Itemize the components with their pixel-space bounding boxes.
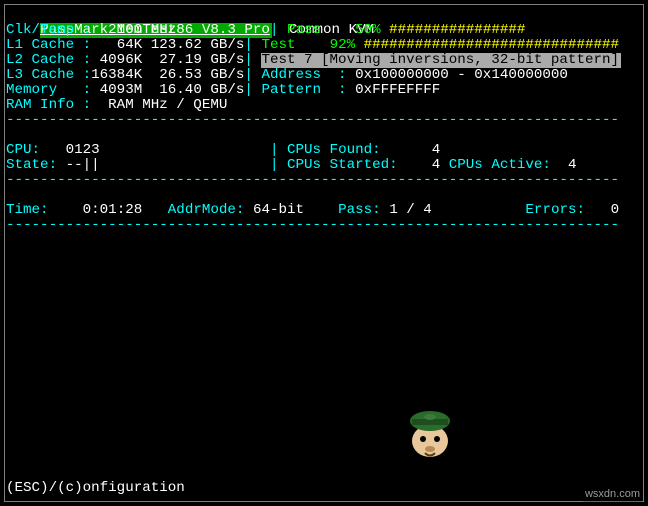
addr-label: Address : [261, 67, 346, 83]
test-label: Test [261, 37, 295, 53]
cpus-started-value: 4 [432, 157, 441, 173]
errors-value: 0 [611, 202, 620, 218]
l1-label: L1 Cache : [6, 37, 91, 53]
title-row: PassMark MemTest86 V8.3 Pro Common KVM [6, 8, 642, 23]
l1-bw: 123.62 GB/s [151, 37, 245, 53]
errors-label: Errors: [525, 202, 585, 218]
clk-label: Clk/Temp : [6, 22, 91, 38]
l2-label: L2 Cache : [6, 52, 91, 68]
passcount-label: Pass: [338, 202, 381, 218]
l2-size: 4096K [100, 52, 143, 68]
current-test-line: Test 7 [Moving inversions, 32-bit patter… [261, 53, 621, 68]
cpu-value: 0123 [66, 142, 100, 158]
mem-label: Memory : [6, 82, 91, 98]
addrmode-label: AddrMode: [168, 202, 245, 218]
divider-3: ----------------------------------------… [6, 218, 642, 233]
mascot-icon [400, 405, 460, 465]
ram-label: RAM Info : [6, 97, 91, 113]
state-label: State: [6, 157, 57, 173]
watermark: wsxdn.com [583, 487, 642, 502]
row-status: Time: 0:01:28 AddrMode: 64-bit Pass: 1 /… [6, 203, 642, 218]
addr-value: 0x100000000 - 0x140000000 [355, 67, 568, 83]
ram-value: RAM MHz / QEMU [108, 97, 227, 113]
mem-size: 4093M [100, 82, 143, 98]
row-raminfo: RAM Info : RAM MHz / QEMU [6, 98, 642, 113]
cpu-label: CPU: [6, 142, 40, 158]
row-l3-addr: L3 Cache :16384K 26.53 GB/s| Address : 0… [6, 68, 642, 83]
mem-bw: 16.40 GB/s [159, 82, 244, 98]
cpus-found-label: CPUs Found: [287, 142, 381, 158]
cpus-active-value: 4 [568, 157, 577, 173]
row-state-started: State: --|| | CPUs Started: 4 CPUs Activ… [6, 158, 642, 173]
row-mem-patt: Memory : 4093M 16.40 GB/s| Pattern : 0xF… [6, 83, 642, 98]
clk-value: 2100 MHz [108, 22, 176, 38]
row-cpu-found: CPU: 0123 | CPUs Found: 4 [6, 143, 642, 158]
blank-1 [6, 128, 642, 143]
test-pct: 92% [330, 37, 356, 53]
l2-bw: 27.19 GB/s [159, 52, 244, 68]
time-value: 0:01:28 [83, 202, 143, 218]
cpus-found-value: 4 [432, 142, 441, 158]
pass-label: Pass [287, 22, 321, 38]
blank-2 [6, 188, 642, 203]
cpus-started-label: CPUs Started: [287, 157, 398, 173]
cpus-active-label: CPUs Active: [449, 157, 551, 173]
l1-size: 64K [117, 37, 143, 53]
row-clk-pass: Clk/Temp : 2100 MHz | Pass 50% #########… [6, 23, 642, 38]
divider-1: ----------------------------------------… [6, 113, 642, 128]
row-l1-test: L1 Cache : 64K 123.62 GB/s| Test 92% ###… [6, 38, 642, 53]
pass-pct: 50% [355, 22, 381, 38]
pass-bar: ################ [389, 22, 525, 38]
state-value: --|| [66, 157, 100, 173]
row-l2-testdesc: L2 Cache : 4096K 27.19 GB/s| Test 7 [Mov… [6, 53, 642, 68]
divider-2: ----------------------------------------… [6, 173, 642, 188]
l3-bw: 26.53 GB/s [159, 67, 244, 83]
passcount-value: 1 / 4 [389, 202, 432, 218]
footer-hint[interactable]: (ESC)/(c)onfiguration [6, 481, 185, 496]
terminal-screen: PassMark MemTest86 V8.3 Pro Common KVM C… [0, 0, 648, 506]
addrmode-value: 64-bit [253, 202, 304, 218]
test-bar: ############################## [364, 37, 619, 53]
l3-size: 16384K [91, 67, 142, 83]
patt-value: 0xFFFEFFFF [355, 82, 440, 98]
l3-label: L3 Cache : [6, 67, 91, 83]
patt-label: Pattern : [261, 82, 346, 98]
time-label: Time: [6, 202, 49, 218]
